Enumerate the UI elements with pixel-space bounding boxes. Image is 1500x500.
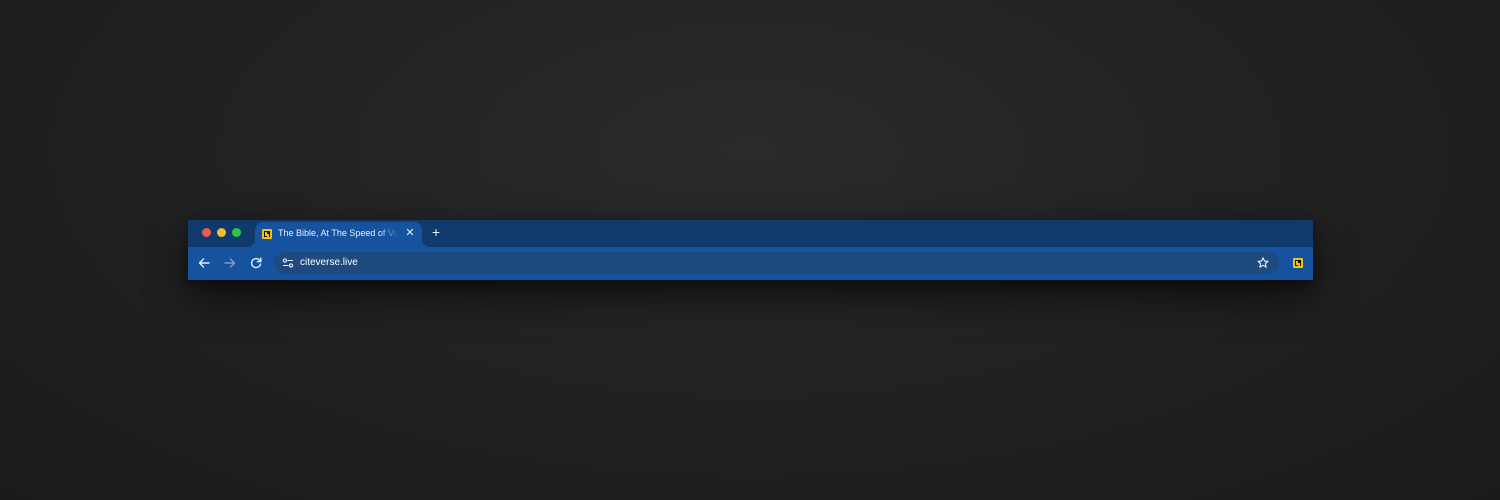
plus-icon[interactable]: + bbox=[429, 224, 443, 240]
window-close-button[interactable] bbox=[202, 228, 211, 237]
browser-window: The Bible, At The Speed of Vo ✕ + citeve… bbox=[188, 220, 1313, 280]
tab-strip: The Bible, At The Speed of Vo ✕ + bbox=[188, 220, 1313, 247]
reload-button[interactable] bbox=[248, 255, 264, 271]
citeverse-favicon-icon bbox=[262, 229, 272, 239]
close-icon[interactable]: ✕ bbox=[404, 227, 416, 239]
window-maximize-button[interactable] bbox=[232, 228, 241, 237]
address-bar[interactable]: citeverse.live bbox=[274, 252, 1279, 274]
star-icon[interactable] bbox=[1255, 255, 1271, 271]
extension-citeverse-icon[interactable] bbox=[1293, 258, 1303, 268]
tab-title: The Bible, At The Speed of Vo bbox=[278, 228, 398, 238]
url-text[interactable]: citeverse.live bbox=[300, 257, 358, 268]
arrow-left-icon bbox=[198, 258, 210, 268]
tune-icon[interactable] bbox=[280, 255, 296, 271]
forward-button[interactable] bbox=[222, 255, 238, 271]
back-button[interactable] bbox=[196, 255, 212, 271]
arrow-right-icon bbox=[224, 258, 236, 268]
window-minimize-button[interactable] bbox=[217, 228, 226, 237]
toolbar: citeverse.live bbox=[188, 247, 1313, 280]
reload-icon bbox=[250, 257, 262, 269]
tab-active[interactable]: The Bible, At The Speed of Vo ✕ bbox=[255, 222, 422, 247]
